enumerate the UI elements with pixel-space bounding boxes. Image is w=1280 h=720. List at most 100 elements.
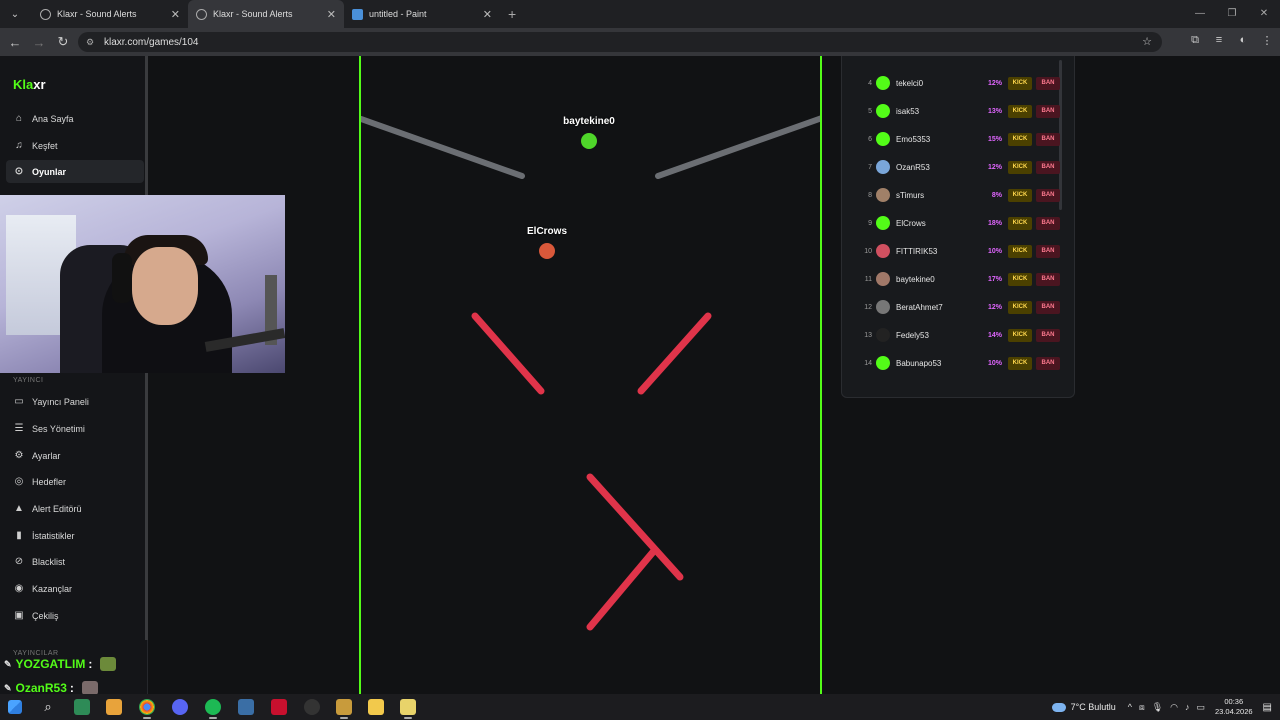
sidebar-item-ses-yonetimi[interactable]: ☰ Ses Yönetimi <box>6 417 144 440</box>
sidebar-item-ayarlar[interactable]: ⚙ Ayarlar <box>6 444 144 467</box>
ban-button[interactable]: BAN <box>1036 160 1060 174</box>
ban-button[interactable]: BAN <box>1036 104 1060 118</box>
minimize-icon[interactable]: — <box>1184 0 1216 28</box>
wifi-icon[interactable]: ◠ <box>1170 702 1178 713</box>
ball-baytekine0 <box>581 133 597 149</box>
file-explorer-icon[interactable] <box>368 699 384 715</box>
sidebar-item-blacklist[interactable]: ⊘ Blacklist <box>6 550 144 573</box>
battery-icon[interactable]: ▭ <box>1196 702 1205 713</box>
profile-icon[interactable]: ◐ <box>1236 34 1250 47</box>
extensions-icon[interactable]: ⧉ <box>1188 34 1202 47</box>
obs-app-icon[interactable] <box>304 699 320 715</box>
address-bar[interactable]: ⚙ klaxr.com/games/104 ☆ <box>78 32 1162 52</box>
klaxr-logo[interactable]: Klaxr <box>13 77 46 92</box>
player-chance: 12% <box>987 303 1002 311</box>
player-rank: 7 <box>868 163 872 171</box>
kick-button[interactable]: KICK <box>1008 160 1032 174</box>
new-tab-icon[interactable]: + <box>508 6 516 22</box>
app-icon[interactable] <box>271 699 287 715</box>
kick-button[interactable]: KICK <box>1008 188 1032 202</box>
ban-button[interactable]: BAN <box>1036 76 1060 90</box>
ban-button[interactable]: BAN <box>1036 244 1060 258</box>
avatar <box>876 132 890 146</box>
kick-button[interactable]: KICK <box>1008 300 1032 314</box>
ban-button[interactable]: BAN <box>1036 216 1060 230</box>
ban-button[interactable]: BAN <box>1036 132 1060 146</box>
site-info-icon[interactable]: ⚙ <box>86 37 96 47</box>
app-icon[interactable] <box>106 699 122 715</box>
tab-search-chevron-icon[interactable]: ⌄ <box>4 3 26 25</box>
close-tab-icon[interactable]: ✕ <box>171 8 180 21</box>
close-tab-icon[interactable]: ✕ <box>327 8 336 21</box>
app-icon[interactable] <box>238 699 254 715</box>
ban-button[interactable]: BAN <box>1036 188 1060 202</box>
player-chance: 12% <box>987 79 1002 87</box>
tray-icons: ^ ⧈ 🎙 ◠ ♪ ▭ <box>1128 702 1205 713</box>
music-note-icon: ♫ <box>15 140 23 151</box>
volume-icon[interactable]: ♪ <box>1185 702 1190 713</box>
clock[interactable]: 00:36 23.04.2026 <box>1215 697 1253 717</box>
browser-tab[interactable]: untitled - Paint ✕ <box>344 0 500 28</box>
sidebar-item-yayinci-paneli[interactable]: ▭ Yayıncı Paneli <box>6 390 144 413</box>
close-tab-icon[interactable]: ✕ <box>483 8 492 21</box>
sidebar-item-alert-editoru[interactable]: ▲ Alert Editörü <box>6 497 144 520</box>
obstacle-bottom-a <box>586 473 684 581</box>
reload-icon[interactable]: ↻ <box>51 34 75 50</box>
kick-button[interactable]: KICK <box>1008 272 1032 286</box>
sidebar-item-hedefler[interactable]: ◎ Hedefler <box>6 470 144 493</box>
target-icon: ◎ <box>14 476 24 487</box>
kick-button[interactable]: KICK <box>1008 328 1032 342</box>
sidebar-item-kesfet[interactable]: ♫ Keşfet <box>6 134 144 157</box>
network-icon[interactable]: ⧈ <box>1139 702 1145 713</box>
kick-button[interactable]: KICK <box>1008 244 1032 258</box>
sidebar-item-kazanclar[interactable]: ◉ Kazançlar <box>6 577 144 600</box>
paint-app-icon[interactable] <box>400 699 416 719</box>
sidebar-item-ana-sayfa[interactable]: ⌂ Ana Sayfa <box>6 107 144 130</box>
kick-button[interactable]: KICK <box>1008 76 1032 90</box>
sidebar-item-cekilis[interactable]: ▣ Çekiliş <box>6 604 144 627</box>
player-name: OzanR53 <box>896 162 930 172</box>
chevron-up-icon[interactable]: ^ <box>1128 702 1132 713</box>
player-name: FITTIRIK53 <box>896 246 938 256</box>
kick-button[interactable]: KICK <box>1008 104 1032 118</box>
ban-button[interactable]: BAN <box>1036 328 1060 342</box>
league-app-icon[interactable] <box>336 699 352 719</box>
spotify-app-icon[interactable] <box>205 699 221 719</box>
back-arrow-icon[interactable]: ← <box>3 35 27 50</box>
sidebar-item-oyunlar[interactable]: ⊙ Oyunlar <box>6 160 144 183</box>
browser-tab-active[interactable]: Klaxr - Sound Alerts ✕ <box>188 0 344 28</box>
chrome-app-icon[interactable] <box>139 699 155 719</box>
kick-button[interactable]: KICK <box>1008 356 1032 370</box>
kick-button[interactable]: KICK <box>1008 216 1032 230</box>
sidebar-item-istatistikler[interactable]: ▮ İstatistikler <box>6 524 144 547</box>
microphone-icon[interactable]: 🎙 <box>1152 702 1163 713</box>
search-icon[interactable]: ⌕ <box>40 699 56 715</box>
notification-icon[interactable]: ▤ <box>1263 702 1272 713</box>
restore-icon[interactable]: ❐ <box>1216 0 1248 28</box>
menu-icon[interactable]: ⋮ <box>1260 34 1274 47</box>
avatar <box>876 160 890 174</box>
ban-button[interactable]: BAN <box>1036 272 1060 286</box>
avatar <box>876 216 890 230</box>
weather-widget[interactable]: 7°C Bulutlu <box>1051 702 1116 712</box>
forward-arrow-icon[interactable]: → <box>27 35 51 50</box>
kick-button[interactable]: KICK <box>1008 132 1032 146</box>
avatar <box>876 328 890 342</box>
plinko-game-area[interactable]: baytekine0 ElCrows <box>359 56 822 694</box>
close-window-icon[interactable]: ✕ <box>1248 0 1280 28</box>
browser-tab[interactable]: Klaxr - Sound Alerts ✕ <box>32 0 188 28</box>
player-row: 14 Babunapo53 10% KICK BAN <box>852 351 1062 375</box>
player-rank: 14 <box>864 359 872 367</box>
funnel-right <box>655 115 820 179</box>
discord-app-icon[interactable] <box>172 699 188 715</box>
obstacle-bottom-b <box>586 548 657 631</box>
ban-button[interactable]: BAN <box>1036 300 1060 314</box>
ban-button[interactable]: BAN <box>1036 356 1060 370</box>
player-row: 7 OzanR53 12% KICK BAN <box>852 155 1062 179</box>
media-control-icon[interactable]: ≡ <box>1212 34 1226 47</box>
emote-icon <box>81 681 98 695</box>
chat-username: OzanR53 <box>15 681 67 695</box>
windows-start-icon[interactable] <box>8 700 22 714</box>
bookmark-star-icon[interactable]: ☆ <box>1142 35 1152 48</box>
excel-app-icon[interactable] <box>74 699 90 715</box>
